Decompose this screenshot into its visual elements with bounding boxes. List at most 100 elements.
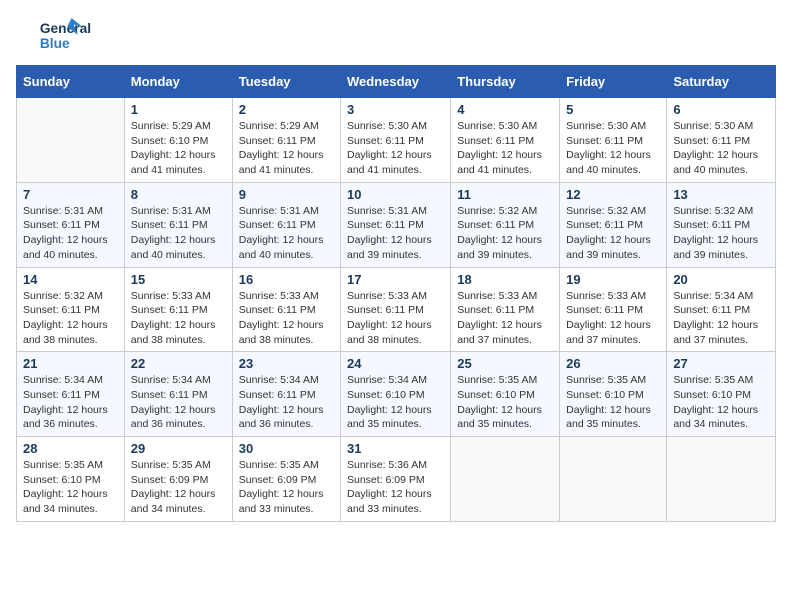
day-detail: Sunrise: 5:35 AMSunset: 6:09 PMDaylight:…: [131, 458, 226, 517]
calendar-cell: 6Sunrise: 5:30 AMSunset: 6:11 PMDaylight…: [667, 98, 776, 183]
day-detail: Sunrise: 5:34 AMSunset: 6:11 PMDaylight:…: [131, 373, 226, 432]
day-number: 28: [23, 441, 118, 456]
day-detail: Sunrise: 5:34 AMSunset: 6:10 PMDaylight:…: [347, 373, 444, 432]
day-detail: Sunrise: 5:34 AMSunset: 6:11 PMDaylight:…: [23, 373, 118, 432]
calendar-cell: 13 Sunrise: 5:32 AMSunset: 6:11 PMDayligh…: [667, 182, 776, 267]
calendar-week-row: 28 Sunrise: 5:35 AMSunset: 6:10 PMDayligh…: [17, 437, 776, 522]
calendar-cell: 31 Sunrise: 5:36 AMSunset: 6:09 PMDayligh…: [341, 437, 451, 522]
day-detail: Sunrise: 5:33 AMSunset: 6:11 PMDaylight:…: [131, 289, 226, 348]
calendar-cell: 11 Sunrise: 5:32 AMSunset: 6:11 PMDayligh…: [451, 182, 560, 267]
day-detail: Sunrise: 5:32 AMSunset: 6:11 PMDaylight:…: [23, 289, 118, 348]
calendar-week-row: 1Sunrise: 5:29 AMSunset: 6:10 PMDaylight…: [17, 98, 776, 183]
day-number: 21: [23, 356, 118, 371]
day-detail: Sunrise: 5:33 AMSunset: 6:11 PMDaylight:…: [457, 289, 553, 348]
calendar-cell: [667, 437, 776, 522]
svg-text:General: General: [40, 21, 91, 36]
calendar-table: SundayMondayTuesdayWednesdayThursdayFrid…: [16, 65, 776, 522]
day-number: 25: [457, 356, 553, 371]
day-detail: Sunrise: 5:32 AMSunset: 6:11 PMDaylight:…: [673, 204, 769, 263]
day-detail: Sunrise: 5:35 AMSunset: 6:10 PMDaylight:…: [23, 458, 118, 517]
day-detail: Sunrise: 5:33 AMSunset: 6:11 PMDaylight:…: [239, 289, 334, 348]
calendar-week-row: 7Sunrise: 5:31 AMSunset: 6:11 PMDaylight…: [17, 182, 776, 267]
day-number: 27: [673, 356, 769, 371]
calendar-cell: 8Sunrise: 5:31 AMSunset: 6:11 PMDaylight…: [124, 182, 232, 267]
calendar-cell: 28 Sunrise: 5:35 AMSunset: 6:10 PMDayligh…: [17, 437, 125, 522]
day-number: 29: [131, 441, 226, 456]
day-number: 15: [131, 272, 226, 287]
calendar-cell: 7Sunrise: 5:31 AMSunset: 6:11 PMDaylight…: [17, 182, 125, 267]
day-number: 4: [457, 102, 553, 117]
day-detail: Sunrise: 5:32 AMSunset: 6:11 PMDaylight:…: [457, 204, 553, 263]
day-number: 8: [131, 187, 226, 202]
calendar-cell: 3 Sunrise: 5:30 AMSunset: 6:11 PMDaylight…: [341, 98, 451, 183]
day-detail: Sunrise: 5:31 AMSunset: 6:11 PMDaylight:…: [239, 204, 334, 263]
day-detail: Sunrise: 5:34 AMSunset: 6:11 PMDaylight:…: [673, 289, 769, 348]
day-number: 16: [239, 272, 334, 287]
day-number: 26: [566, 356, 660, 371]
calendar-cell: 5Sunrise: 5:30 AMSunset: 6:11 PMDaylight…: [560, 98, 667, 183]
day-number: 17: [347, 272, 444, 287]
calendar-cell: 1Sunrise: 5:29 AMSunset: 6:10 PMDaylight…: [124, 98, 232, 183]
calendar-cell: 14 Sunrise: 5:32 AMSunset: 6:11 PMDayligh…: [17, 267, 125, 352]
day-number: 20: [673, 272, 769, 287]
calendar-cell: 17 Sunrise: 5:33 AMSunset: 6:11 PMDayligh…: [341, 267, 451, 352]
weekday-header-tuesday: Tuesday: [232, 66, 340, 98]
calendar-cell: 22Sunrise: 5:34 AMSunset: 6:11 PMDayligh…: [124, 352, 232, 437]
calendar-cell: 30 Sunrise: 5:35 AMSunset: 6:09 PMDayligh…: [232, 437, 340, 522]
day-detail: Sunrise: 5:29 AMSunset: 6:10 PMDaylight:…: [131, 119, 226, 178]
calendar-week-row: 21 Sunrise: 5:34 AMSunset: 6:11 PMDayligh…: [17, 352, 776, 437]
calendar-week-row: 14 Sunrise: 5:32 AMSunset: 6:11 PMDayligh…: [17, 267, 776, 352]
weekday-header-saturday: Saturday: [667, 66, 776, 98]
svg-text:Blue: Blue: [40, 36, 70, 51]
day-number: 3: [347, 102, 444, 117]
day-detail: Sunrise: 5:35 AMSunset: 6:10 PMDaylight:…: [457, 373, 553, 432]
weekday-header-thursday: Thursday: [451, 66, 560, 98]
calendar-cell: 10Sunrise: 5:31 AMSunset: 6:11 PMDayligh…: [341, 182, 451, 267]
weekday-header-row: SundayMondayTuesdayWednesdayThursdayFrid…: [17, 66, 776, 98]
day-detail: Sunrise: 5:34 AMSunset: 6:11 PMDaylight:…: [239, 373, 334, 432]
calendar-cell: 9 Sunrise: 5:31 AMSunset: 6:11 PMDaylight…: [232, 182, 340, 267]
day-number: 12: [566, 187, 660, 202]
day-number: 9: [239, 187, 334, 202]
calendar-cell: 4 Sunrise: 5:30 AMSunset: 6:11 PMDaylight…: [451, 98, 560, 183]
day-detail: Sunrise: 5:33 AMSunset: 6:11 PMDaylight:…: [566, 289, 660, 348]
day-detail: Sunrise: 5:33 AMSunset: 6:11 PMDaylight:…: [347, 289, 444, 348]
day-number: 19: [566, 272, 660, 287]
day-detail: Sunrise: 5:35 AMSunset: 6:10 PMDaylight:…: [673, 373, 769, 432]
day-detail: Sunrise: 5:35 AMSunset: 6:10 PMDaylight:…: [566, 373, 660, 432]
weekday-header-wednesday: Wednesday: [341, 66, 451, 98]
calendar-cell: 25 Sunrise: 5:35 AMSunset: 6:10 PMDayligh…: [451, 352, 560, 437]
day-number: 30: [239, 441, 334, 456]
weekday-header-sunday: Sunday: [17, 66, 125, 98]
calendar-cell: 18Sunrise: 5:33 AMSunset: 6:11 PMDayligh…: [451, 267, 560, 352]
day-detail: Sunrise: 5:29 AMSunset: 6:11 PMDaylight:…: [239, 119, 334, 178]
day-number: 13: [673, 187, 769, 202]
calendar-cell: [560, 437, 667, 522]
day-detail: Sunrise: 5:31 AMSunset: 6:11 PMDaylight:…: [347, 204, 444, 263]
calendar-cell: 27 Sunrise: 5:35 AMSunset: 6:10 PMDayligh…: [667, 352, 776, 437]
day-detail: Sunrise: 5:30 AMSunset: 6:11 PMDaylight:…: [673, 119, 769, 178]
day-detail: Sunrise: 5:36 AMSunset: 6:09 PMDaylight:…: [347, 458, 444, 517]
day-number: 14: [23, 272, 118, 287]
day-detail: Sunrise: 5:30 AMSunset: 6:11 PMDaylight:…: [457, 119, 553, 178]
weekday-header-friday: Friday: [560, 66, 667, 98]
logo: General Blue: [16, 16, 106, 57]
calendar-cell: 15 Sunrise: 5:33 AMSunset: 6:11 PMDayligh…: [124, 267, 232, 352]
day-number: 24: [347, 356, 444, 371]
day-detail: Sunrise: 5:35 AMSunset: 6:09 PMDaylight:…: [239, 458, 334, 517]
calendar-cell: 24 Sunrise: 5:34 AMSunset: 6:10 PMDayligh…: [341, 352, 451, 437]
day-detail: Sunrise: 5:30 AMSunset: 6:11 PMDaylight:…: [347, 119, 444, 178]
calendar-cell: 16 Sunrise: 5:33 AMSunset: 6:11 PMDayligh…: [232, 267, 340, 352]
calendar-cell: 19 Sunrise: 5:33 AMSunset: 6:11 PMDayligh…: [560, 267, 667, 352]
day-number: 11: [457, 187, 553, 202]
day-number: 23: [239, 356, 334, 371]
day-number: 31: [347, 441, 444, 456]
calendar-cell: 20 Sunrise: 5:34 AMSunset: 6:11 PMDayligh…: [667, 267, 776, 352]
calendar-cell: 21 Sunrise: 5:34 AMSunset: 6:11 PMDayligh…: [17, 352, 125, 437]
day-detail: Sunrise: 5:31 AMSunset: 6:11 PMDaylight:…: [23, 204, 118, 263]
calendar-cell: [451, 437, 560, 522]
day-number: 2: [239, 102, 334, 117]
calendar-cell: [17, 98, 125, 183]
logo-icon: General Blue: [16, 16, 106, 57]
day-detail: Sunrise: 5:32 AMSunset: 6:11 PMDaylight:…: [566, 204, 660, 263]
